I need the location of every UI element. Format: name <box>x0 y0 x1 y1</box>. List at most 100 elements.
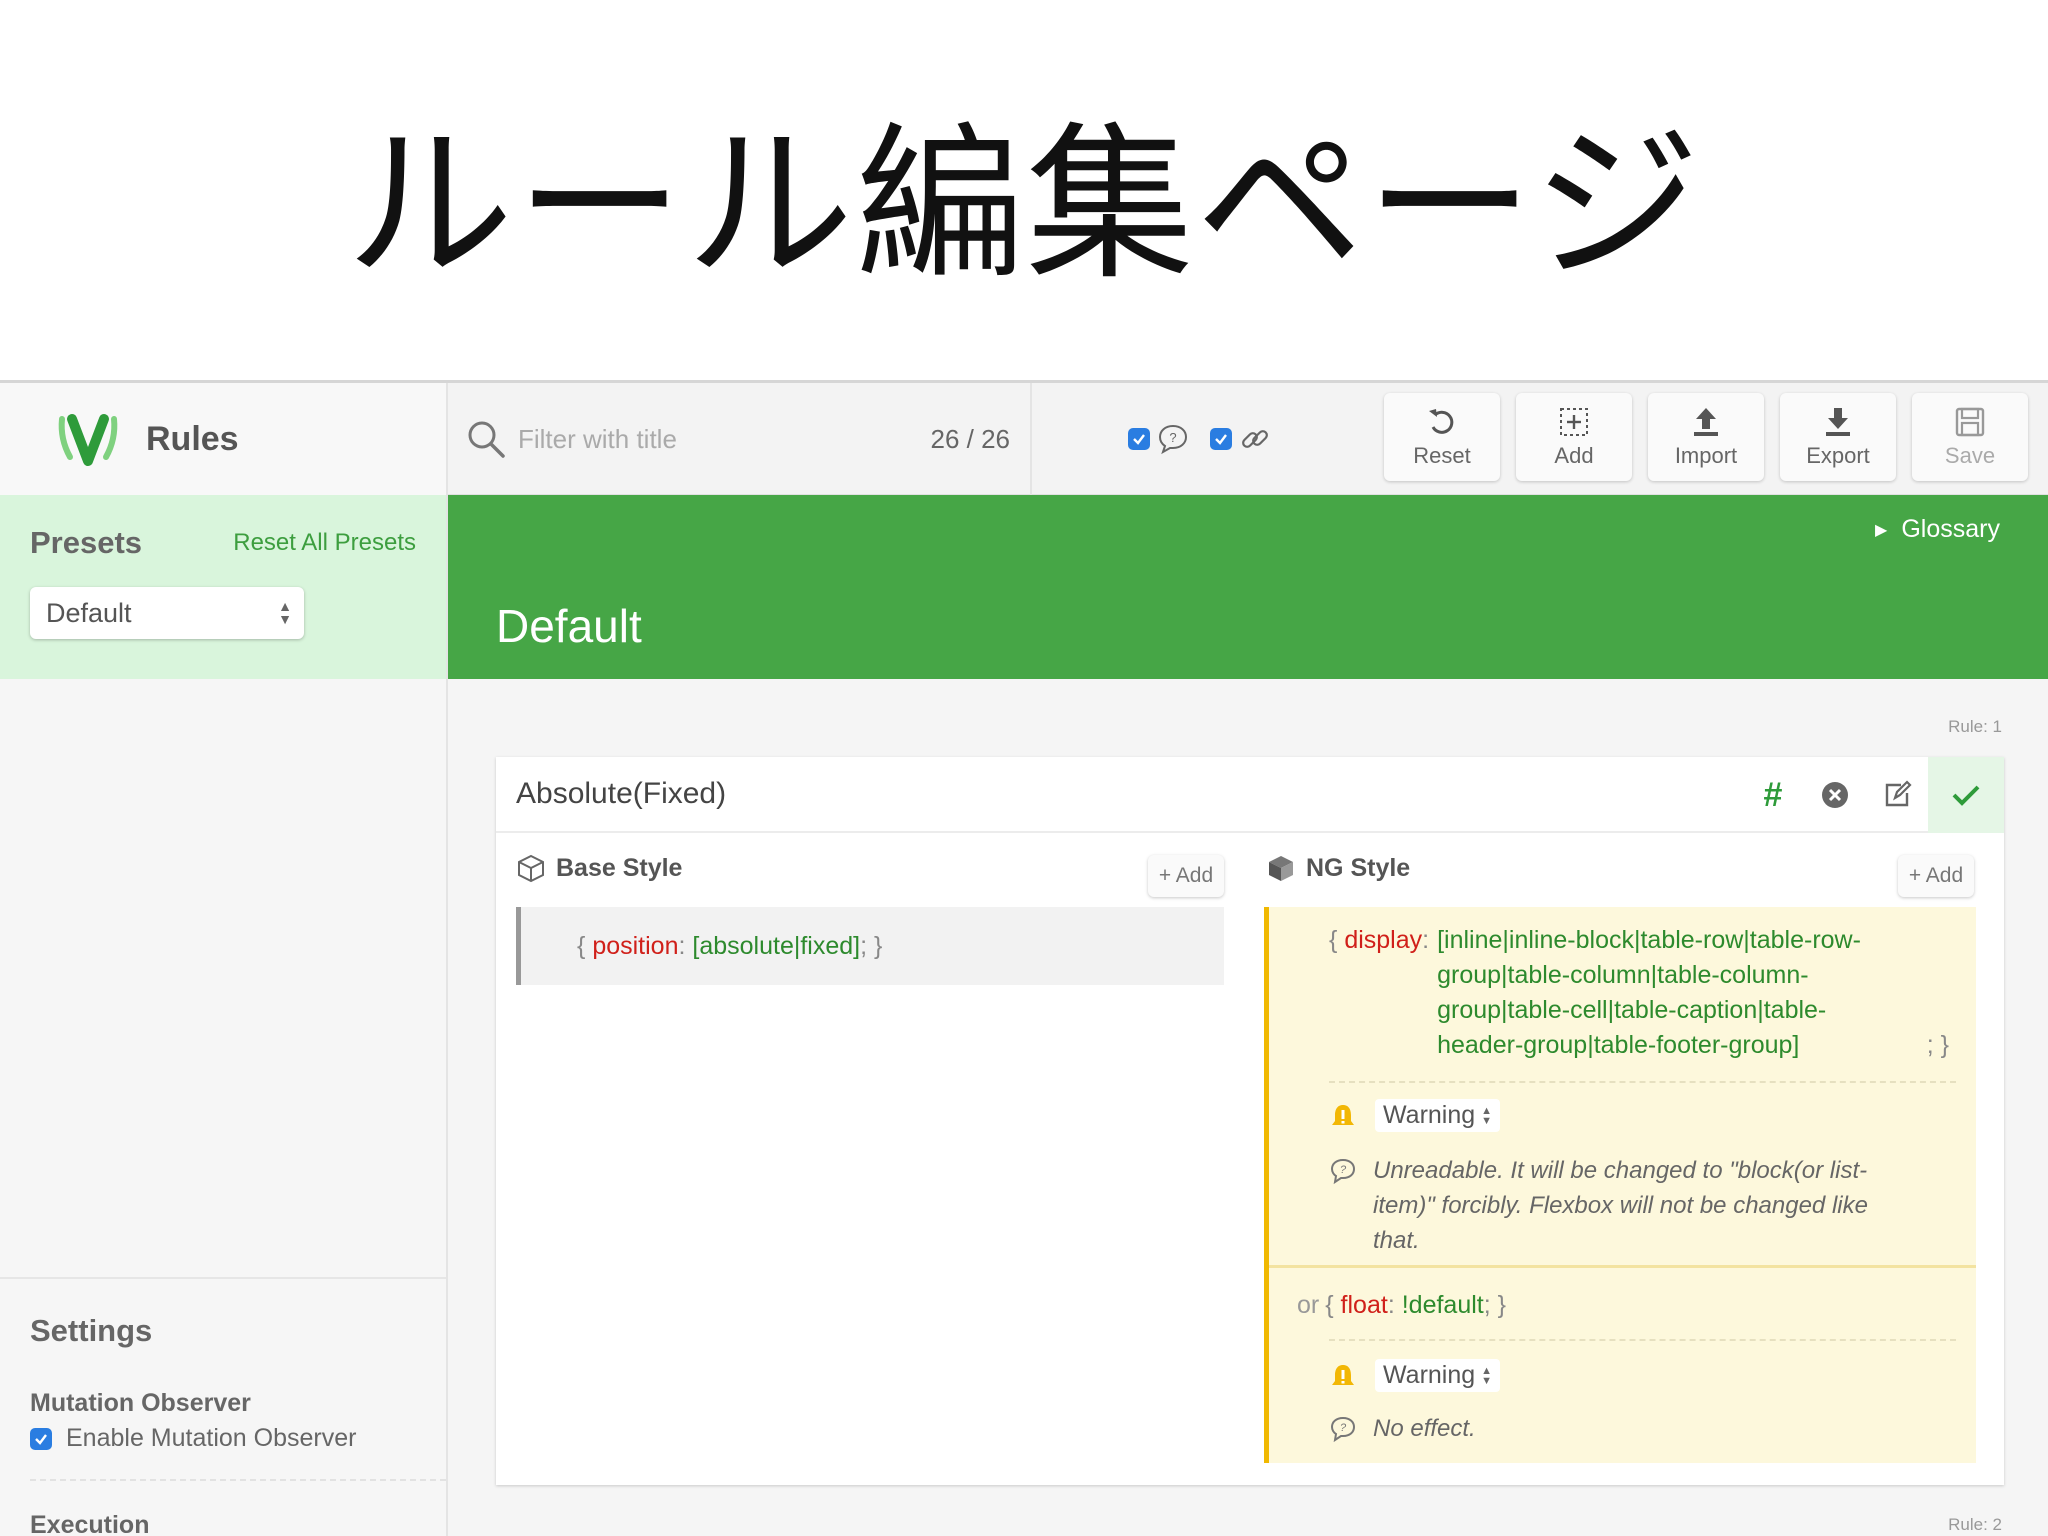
decl-open-brace: { <box>1329 926 1338 954</box>
rules-content: Rule: 1 Absolute(Fixed) # Base Style + A… <box>448 679 2048 1536</box>
brand: Rules <box>0 383 446 495</box>
filter-toggles: ? <box>1128 383 1292 495</box>
rule-card: Absolute(Fixed) # Base Style + Add {pos… <box>496 757 2004 1485</box>
divider <box>30 1479 446 1481</box>
decl-value: !default <box>1401 1291 1484 1319</box>
message-text[interactable]: No effect. <box>1373 1411 1913 1446</box>
svg-text:?: ? <box>1340 1422 1347 1434</box>
preset-name: Default <box>496 600 642 652</box>
svg-text:?: ? <box>1340 1164 1347 1176</box>
app-window: Rules Presets Reset All Presets Default … <box>0 380 2048 1536</box>
select-arrows-icon: ▲ ▼ <box>1481 1104 1493 1127</box>
v-logo-icon <box>58 414 118 466</box>
search-input[interactable] <box>518 423 898 455</box>
edit-rule-button[interactable] <box>1866 757 1928 833</box>
ng-style-title: NG Style <box>1306 853 1411 882</box>
add-button-label: Add <box>1554 443 1594 468</box>
ng-style-panel: { display: [inline|inline-block|table-ro… <box>1264 907 1976 1463</box>
select-arrows-icon: ▲ ▼ <box>278 598 292 627</box>
search-icon <box>468 421 505 458</box>
upload-icon <box>1694 408 1718 436</box>
triangle-right-icon: ▶ <box>1875 521 1888 539</box>
import-button-label: Import <box>1674 443 1738 468</box>
toggle-rule-button[interactable] <box>1928 757 2004 833</box>
ng-declaration[interactable]: { display: [inline|inline-block|table-ro… <box>1329 923 1949 1063</box>
message-row: ? No effect. <box>1329 1411 1913 1446</box>
app-title: Rules <box>146 419 239 458</box>
delete-rule-button[interactable] <box>1804 757 1866 833</box>
reset-button[interactable]: Reset <box>1384 393 1500 481</box>
message-row: ? Unreadable. It will be changed to "blo… <box>1329 1153 1913 1258</box>
import-button[interactable]: Import <box>1648 393 1764 481</box>
save-icon <box>1955 407 1985 437</box>
ng-style-add-button[interactable]: + Add <box>1898 855 1974 897</box>
ng-style-heading: NG Style <box>1266 853 1410 883</box>
divider <box>1329 1081 1956 1083</box>
download-icon <box>1826 408 1850 436</box>
level-row: Warning ▲ ▼ <box>1329 1359 1501 1392</box>
base-style-title: Base Style <box>556 853 683 882</box>
divider <box>1329 1339 1956 1341</box>
message-text[interactable]: Unreadable. It will be changed to "block… <box>1373 1153 1913 1258</box>
comment-icon: ? <box>1330 1416 1356 1443</box>
hash-button[interactable]: # <box>1742 757 1804 833</box>
level-select-value: Warning <box>1383 1101 1476 1129</box>
reset-button-label: Reset <box>1413 443 1471 468</box>
decl-close: ; } <box>860 931 883 960</box>
export-button[interactable]: Export <box>1780 393 1896 481</box>
preset-header: ▶ Glossary Default <box>448 495 2048 679</box>
settings-section: Settings Mutation Observer Enable Mutati… <box>0 1277 446 1453</box>
rule-count: 26 / 26 <box>930 423 1010 454</box>
rule-title[interactable]: Absolute(Fixed) <box>516 777 726 811</box>
decl-colon: : <box>1387 1291 1395 1319</box>
glossary-toggle[interactable]: ▶ Glossary <box>1875 515 2000 544</box>
execution-title: Execution <box>30 1511 150 1536</box>
edit-icon <box>1885 780 1912 807</box>
level-select[interactable]: Warning ▲ ▼ <box>1375 1359 1501 1392</box>
sidebar: Rules Presets Reset All Presets Default … <box>0 383 448 1536</box>
ng-declaration[interactable]: or{ float: !default; } <box>1297 1291 1506 1320</box>
decl-value: [absolute|fixed] <box>692 931 861 960</box>
undo-icon <box>1429 409 1454 434</box>
comment-icon: ? <box>1330 1158 1356 1185</box>
warning-bell-icon <box>1332 1104 1354 1125</box>
mutation-observer-checkbox[interactable] <box>30 1427 52 1450</box>
or-label: or <box>1297 1291 1320 1319</box>
slide-title: ルール編集ページ <box>345 106 1703 303</box>
preset-select[interactable]: Default ▲ ▼ <box>30 587 304 639</box>
toolbar: 26 / 26 ? <box>448 383 2048 495</box>
search-area: 26 / 26 <box>448 383 1032 495</box>
base-style-declaration[interactable]: { position: [absolute|fixed]; } <box>516 907 1224 985</box>
link-icon <box>1242 430 1268 448</box>
add-button[interactable]: Add <box>1516 393 1632 481</box>
reset-all-presets-link[interactable]: Reset All Presets <box>233 529 416 557</box>
decl-colon: : <box>678 931 686 960</box>
decl-colon: : <box>1422 926 1430 954</box>
base-style-add-button[interactable]: + Add <box>1148 855 1224 897</box>
level-select-value: Warning <box>1383 1361 1476 1389</box>
base-style-heading: Base Style <box>516 853 682 883</box>
svg-text:?: ? <box>1169 430 1176 445</box>
decl-open-brace: { <box>1325 1291 1334 1319</box>
mutation-observer-label: Enable Mutation Observer <box>66 1424 357 1452</box>
save-button[interactable]: Save <box>1912 393 2028 481</box>
decl-close: ; } <box>1926 1031 1949 1059</box>
level-select[interactable]: Warning ▲ ▼ <box>1375 1099 1501 1132</box>
decl-open-brace: { <box>577 931 586 960</box>
level-row: Warning ▲ ▼ <box>1329 1099 1501 1132</box>
filter-comments-checkbox[interactable] <box>1128 428 1150 450</box>
export-button-label: Export <box>1806 443 1870 468</box>
decl-value: [inline|inline-block|table-row|table-row… <box>1437 926 1861 1059</box>
mutation-observer-title: Mutation Observer <box>30 1389 251 1417</box>
comment-icon: ? <box>1158 424 1188 455</box>
filter-links-checkbox[interactable] <box>1210 428 1232 450</box>
add-box-icon <box>1560 408 1588 436</box>
decl-property: position <box>592 931 679 960</box>
settings-title: Settings <box>30 1313 153 1348</box>
select-arrows-icon: ▲ ▼ <box>1481 1364 1493 1387</box>
preset-select-value: Default <box>46 597 132 628</box>
save-button-label: Save <box>1944 443 1996 468</box>
glossary-label: Glossary <box>1901 515 2000 543</box>
divider <box>1269 1265 1976 1268</box>
cube-outline-icon <box>518 854 544 883</box>
